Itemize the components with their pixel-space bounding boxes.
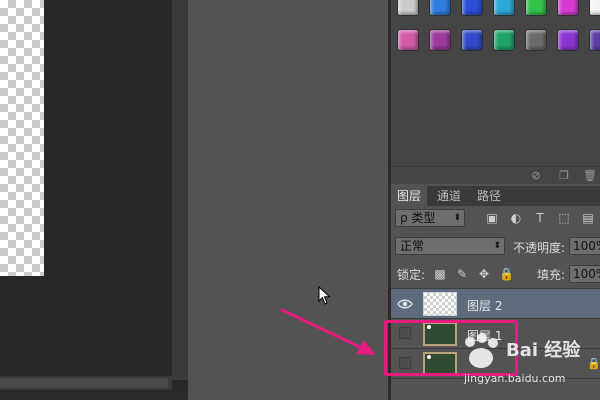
watermark-brand: Bai 经验 — [506, 340, 581, 361]
baidu-jingyan-watermark: Bai 经验 jingyan.baidu.com — [456, 332, 596, 392]
paw-logo-icon — [465, 333, 498, 368]
watermark-url: jingyan.baidu.com — [464, 372, 566, 385]
photoshop-window: ⊘ ❐ 🗑 图层 通道 路径 ρ 类型 ⬍ ▣ ◐ T ⬚ ▤ 正常 ⬍ 不透明 — [0, 0, 600, 400]
mouse-cursor-icon — [318, 286, 331, 305]
